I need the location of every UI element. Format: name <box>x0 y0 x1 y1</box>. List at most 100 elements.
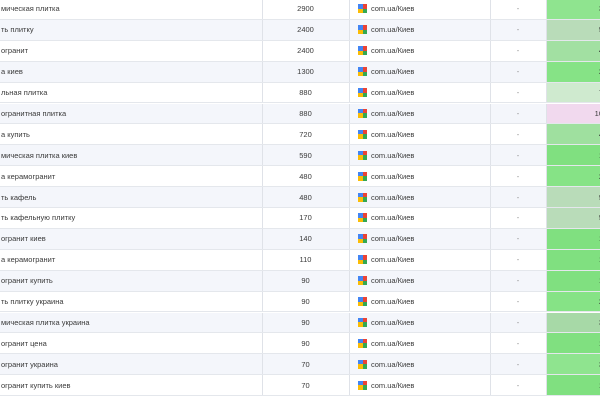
google-icon <box>358 88 367 98</box>
google-icon <box>358 255 367 265</box>
column-divider <box>262 291 263 312</box>
google-icon <box>358 297 367 307</box>
column-divider <box>490 19 491 40</box>
table-row: ть плитку украина 90 com.ua/Киев - 2 <box>0 291 600 313</box>
region-cell: com.ua/Киев <box>349 208 490 228</box>
keyword-cell: огранитная плитка <box>1 108 67 118</box>
search-volume-cell: 90 <box>301 297 310 307</box>
keyword-cell: а керамогранит <box>1 255 56 265</box>
column-divider <box>546 0 547 19</box>
search-volume-cell: 90 <box>301 317 310 327</box>
search-volume-cell: 170 <box>299 213 312 223</box>
change-cell: - <box>516 213 520 223</box>
column-divider <box>546 270 547 291</box>
column-divider <box>546 40 547 61</box>
column-divider <box>262 228 263 249</box>
column-divider <box>490 228 491 249</box>
column-divider <box>490 0 491 19</box>
column-divider <box>546 103 547 124</box>
column-divider <box>262 354 263 375</box>
google-icon <box>358 234 367 244</box>
column-divider <box>546 354 547 375</box>
column-divider <box>546 375 547 396</box>
column-divider <box>349 103 350 124</box>
region-label: com.ua/Киев <box>371 297 415 307</box>
region-cell: com.ua/Киев <box>349 313 490 333</box>
column-divider <box>546 82 547 103</box>
change-cell: - <box>516 380 520 390</box>
region-label: com.ua/Киев <box>371 213 415 223</box>
region-label: com.ua/Киев <box>371 150 415 160</box>
change-cell: - <box>516 338 520 348</box>
keyword-cell: огранит <box>1 46 29 56</box>
keyword-cell: ть плитку <box>1 25 34 35</box>
region-label: com.ua/Киев <box>371 338 415 348</box>
column-divider <box>546 124 547 145</box>
column-divider <box>490 103 491 124</box>
google-icon <box>358 4 367 14</box>
column-divider <box>490 40 491 61</box>
change-cell: - <box>516 129 520 139</box>
region-cell: com.ua/Киев <box>349 354 490 374</box>
column-divider <box>349 82 350 103</box>
column-divider <box>546 166 547 187</box>
region-label: com.ua/Киев <box>371 255 415 265</box>
table-row: а купить 720 com.ua/Киев - 4 <box>0 124 600 146</box>
column-divider <box>490 333 491 354</box>
position-cell: 1 <box>546 270 600 291</box>
region-cell: com.ua/Киев <box>349 271 490 291</box>
region-cell: com.ua/Киев <box>349 166 490 186</box>
region-label: com.ua/Киев <box>371 317 415 327</box>
google-icon <box>358 108 367 118</box>
search-volume-cell: 70 <box>301 380 310 390</box>
keyword-table: мическая плитка2900com.ua/Киев-3 ть плитк… <box>0 0 600 400</box>
google-icon <box>358 276 367 286</box>
google-icon <box>358 150 367 160</box>
search-volume-cell: 110 <box>299 255 312 265</box>
column-divider <box>262 166 263 187</box>
region-cell: com.ua/Киев <box>349 104 490 124</box>
column-divider <box>490 291 491 312</box>
search-volume-cell: 880 <box>299 88 312 98</box>
region-label: com.ua/Киев <box>371 67 415 77</box>
change-cell: - <box>516 255 520 265</box>
position-cell: 2 <box>546 61 600 82</box>
region-label: com.ua/Киев <box>371 108 415 118</box>
keyword-cell: а киев <box>1 67 23 77</box>
region-cell: com.ua/Киев <box>349 62 490 82</box>
region-cell: com.ua/Киев <box>349 0 490 19</box>
search-volume-cell: 70 <box>301 359 310 369</box>
keyword-cell: а керамогранит <box>1 171 56 181</box>
table-row: мическая плитка 2900 com.ua/Киев - 3 <box>0 0 600 20</box>
change-cell: - <box>516 171 520 181</box>
column-divider <box>262 124 263 145</box>
column-divider <box>490 145 491 166</box>
change-cell: - <box>516 234 520 244</box>
region-label: com.ua/Киев <box>371 359 415 369</box>
region-label: com.ua/Киев <box>371 88 415 98</box>
column-divider <box>546 145 547 166</box>
table-row: огранит купить киев 70 com.ua/Киев - 1 <box>0 375 600 397</box>
column-divider <box>349 208 350 228</box>
change-cell: - <box>516 108 520 118</box>
position-cell: 2 <box>546 291 600 312</box>
column-divider <box>349 124 350 145</box>
search-volume-cell: 90 <box>301 338 310 348</box>
change-cell: - <box>516 317 520 327</box>
column-divider <box>349 375 350 396</box>
column-divider <box>546 249 547 270</box>
region-cell: com.ua/Киев <box>349 229 490 249</box>
search-volume-cell: 880 <box>299 108 312 118</box>
search-volume-cell: 90 <box>301 276 310 286</box>
search-volume-cell: 590 <box>299 150 312 160</box>
table-row: мическая плитка украина 90 com.ua/Киев - 3 <box>0 312 600 334</box>
position-value: 10 <box>594 108 600 118</box>
keyword-cell: огранит цена <box>1 338 47 348</box>
google-icon <box>358 338 367 348</box>
region-label: com.ua/Киев <box>371 171 415 181</box>
column-divider <box>490 124 491 145</box>
keyword-cell: ть кафель <box>1 192 37 202</box>
column-divider <box>349 61 350 82</box>
position-cell: 3 <box>546 312 600 333</box>
column-divider <box>490 375 491 396</box>
